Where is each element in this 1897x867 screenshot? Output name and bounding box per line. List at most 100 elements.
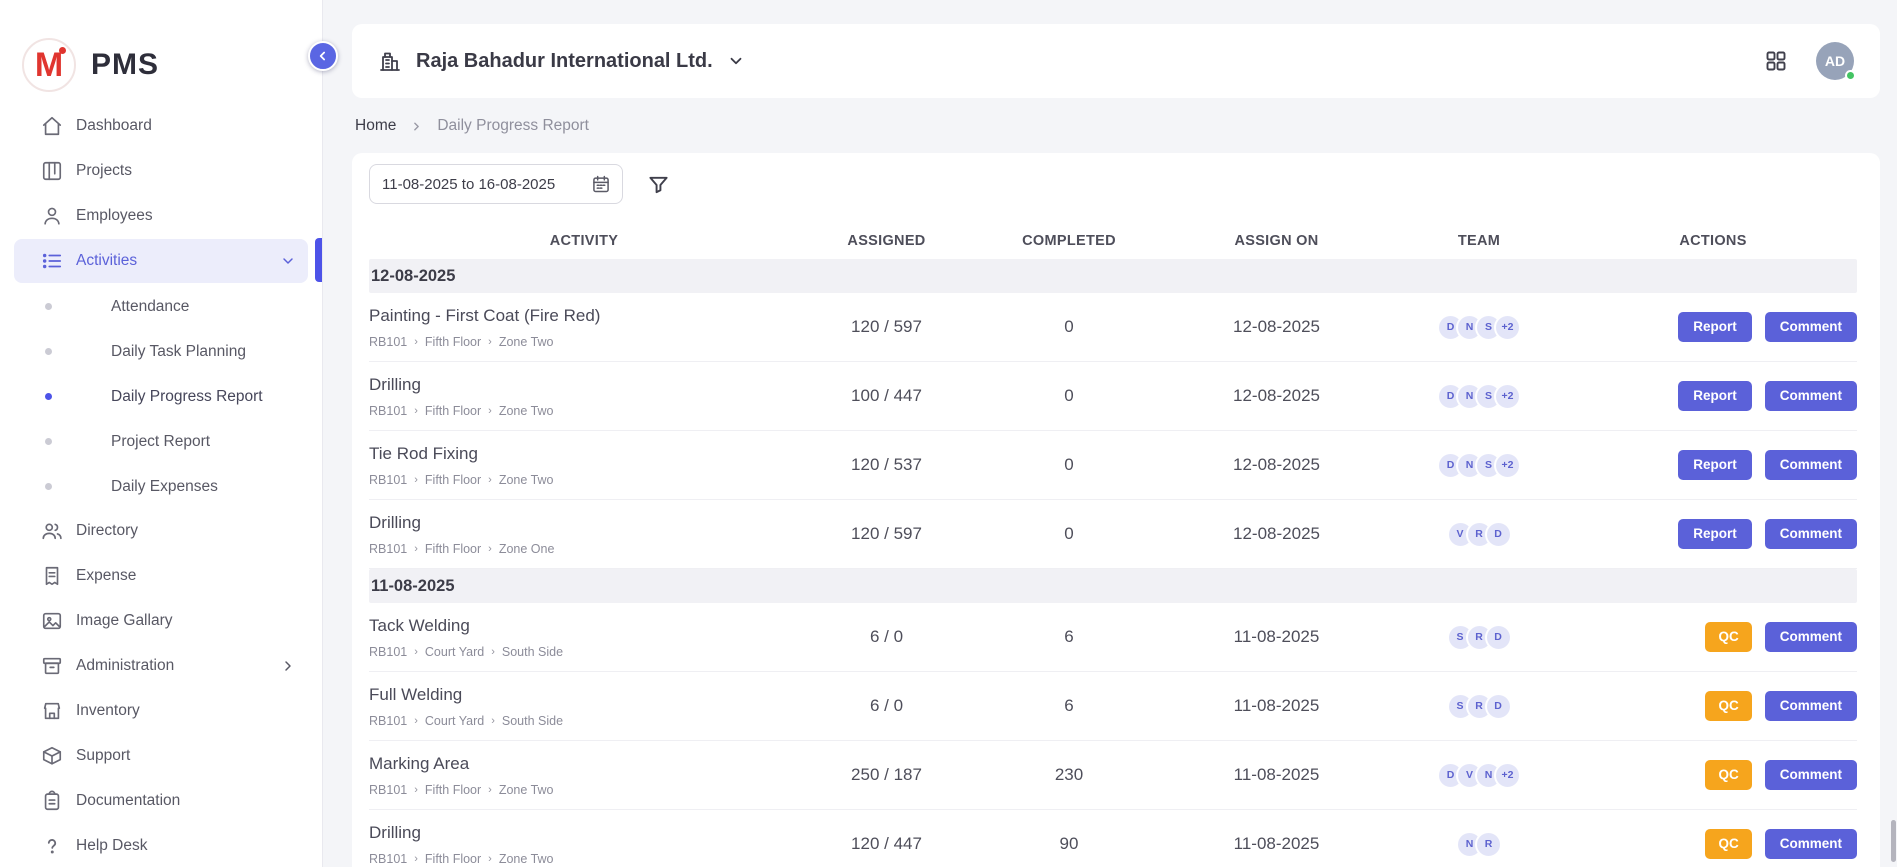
activity-cell: Drilling RB101›Fifth Floor›Zone Two <box>369 375 799 418</box>
activity-name: Drilling <box>369 513 799 533</box>
apps-grid-icon[interactable] <box>1764 49 1788 73</box>
qc-button[interactable]: QC <box>1705 760 1751 791</box>
filter-row <box>369 164 1863 204</box>
chevron-right-icon: › <box>488 474 492 486</box>
date-range-input[interactable] <box>369 164 623 204</box>
sidebar-item-administration[interactable]: Administration <box>14 644 308 688</box>
store-icon <box>41 700 63 722</box>
receipt-icon <box>41 565 63 587</box>
qc-button[interactable]: QC <box>1705 622 1751 653</box>
row-actions: QC Comment <box>1569 622 1857 653</box>
activity-name: Drilling <box>369 375 799 395</box>
app-root: M PMS Dashboard Projects <box>0 0 1897 867</box>
table-row: Drilling RB101›Fifth Floor›Zone One 120 … <box>369 500 1857 569</box>
activity-path: RB101›Court Yard›South Side <box>369 714 799 728</box>
filter-funnel-icon[interactable] <box>647 173 670 196</box>
team-avatars: DNS+2 <box>1389 383 1569 410</box>
team-extra-count: +2 <box>1494 762 1521 789</box>
comment-button[interactable]: Comment <box>1765 450 1857 481</box>
column-header-team: TEAM <box>1389 233 1569 249</box>
sidebar-item-support[interactable]: Support <box>14 734 308 778</box>
assigned-value: 120 / 597 <box>799 317 974 337</box>
path-segment: RB101 <box>369 404 407 418</box>
comment-button[interactable]: Comment <box>1765 829 1857 860</box>
completed-value: 0 <box>974 317 1164 337</box>
sidebar-item-projects[interactable]: Projects <box>14 149 308 193</box>
path-segment: RB101 <box>369 542 407 556</box>
comment-button[interactable]: Comment <box>1765 381 1857 412</box>
report-button[interactable]: Report <box>1678 519 1752 550</box>
list-icon <box>41 250 63 272</box>
online-status-dot <box>1845 70 1856 81</box>
bullet-dot-icon <box>45 393 52 400</box>
team-extra-count: +2 <box>1494 383 1521 410</box>
comment-button[interactable]: Comment <box>1765 691 1857 722</box>
row-actions: QC Comment <box>1569 760 1857 791</box>
path-segment: Fifth Floor <box>425 783 481 797</box>
sidebar-item-help-desk[interactable]: Help Desk <box>14 824 308 867</box>
sidebar-subitem-daily-task-planning[interactable]: Daily Task Planning <box>0 329 322 374</box>
chevron-down-icon <box>727 52 745 70</box>
date-range-value[interactable] <box>382 176 583 193</box>
team-member-avatar: D <box>1485 521 1512 548</box>
image-icon <box>41 610 63 632</box>
sidebar-item-expense[interactable]: Expense <box>14 554 308 598</box>
sidebar-item-label: Inventory <box>76 702 296 720</box>
assign-on-value: 12-08-2025 <box>1164 317 1389 337</box>
team-extra-count: +2 <box>1494 452 1521 479</box>
user-avatar[interactable]: AD <box>1816 42 1854 80</box>
date-group-row: 11-08-2025 <box>369 569 1857 603</box>
report-button[interactable]: Report <box>1678 312 1752 343</box>
team-avatars: DNS+2 <box>1389 452 1569 479</box>
column-header-actions: ACTIONS <box>1569 233 1857 249</box>
sidebar-item-inventory[interactable]: Inventory <box>14 689 308 733</box>
activity-path: RB101›Court Yard›South Side <box>369 645 799 659</box>
activity-name: Marking Area <box>369 754 799 774</box>
sidebar-item-documentation[interactable]: Documentation <box>14 779 308 823</box>
path-segment: RB101 <box>369 335 407 349</box>
company-selector[interactable]: Raja Bahadur International Ltd. <box>378 49 745 73</box>
sidebar-subitem-label: Daily Progress Report <box>111 388 263 406</box>
activity-name: Painting - First Coat (Fire Red) <box>369 306 799 326</box>
sidebar-collapse-button[interactable] <box>308 41 338 71</box>
chevron-right-icon: › <box>488 405 492 417</box>
report-button[interactable]: Report <box>1678 381 1752 412</box>
qc-button[interactable]: QC <box>1705 691 1751 722</box>
breadcrumb-home-link[interactable]: Home <box>355 117 396 135</box>
activity-cell: Drilling RB101›Fifth Floor›Zone One <box>369 513 799 556</box>
activities-submenu: Attendance Daily Task Planning Daily Pro… <box>0 284 322 509</box>
sidebar-subitem-attendance[interactable]: Attendance <box>0 284 322 329</box>
main-content: Raja Bahadur International Ltd. AD Home <box>323 0 1897 867</box>
team-member-avatar: D <box>1485 624 1512 651</box>
sidebar-item-directory[interactable]: Directory <box>14 509 308 553</box>
qc-button[interactable]: QC <box>1705 829 1751 860</box>
row-actions: Report Comment <box>1569 312 1857 343</box>
chevron-right-icon: › <box>414 784 418 796</box>
chevron-right-icon <box>410 120 423 133</box>
path-segment: RB101 <box>369 852 407 866</box>
sidebar-subitem-daily-expenses[interactable]: Daily Expenses <box>0 464 322 509</box>
scrollbar-thumb[interactable] <box>1891 820 1896 862</box>
sidebar-item-activities[interactable]: Activities <box>14 239 308 283</box>
comment-button[interactable]: Comment <box>1765 312 1857 343</box>
comment-button[interactable]: Comment <box>1765 760 1857 791</box>
column-header-completed: COMPLETED <box>974 233 1164 249</box>
path-segment: Court Yard <box>425 714 484 728</box>
report-button[interactable]: Report <box>1678 450 1752 481</box>
sidebar-subitem-project-report[interactable]: Project Report <box>0 419 322 464</box>
team-avatars: VRD <box>1389 521 1569 548</box>
topbar-right: AD <box>1764 42 1854 80</box>
sidebar-item-employees[interactable]: Employees <box>14 194 308 238</box>
content-card: ACTIVITY ASSIGNED COMPLETED ASSIGN ON TE… <box>352 153 1880 867</box>
comment-button[interactable]: Comment <box>1765 622 1857 653</box>
calendar-icon <box>591 174 611 194</box>
sidebar-subitem-daily-progress-report[interactable]: Daily Progress Report <box>0 374 322 419</box>
path-segment: Zone One <box>499 542 555 556</box>
comment-button[interactable]: Comment <box>1765 519 1857 550</box>
assigned-value: 6 / 0 <box>799 696 974 716</box>
column-header-activity: ACTIVITY <box>369 233 799 249</box>
sidebar-item-image-gallary[interactable]: Image Gallary <box>14 599 308 643</box>
chevron-down-icon <box>280 253 296 269</box>
chevron-right-icon: › <box>491 646 495 658</box>
sidebar-item-dashboard[interactable]: Dashboard <box>14 104 308 148</box>
